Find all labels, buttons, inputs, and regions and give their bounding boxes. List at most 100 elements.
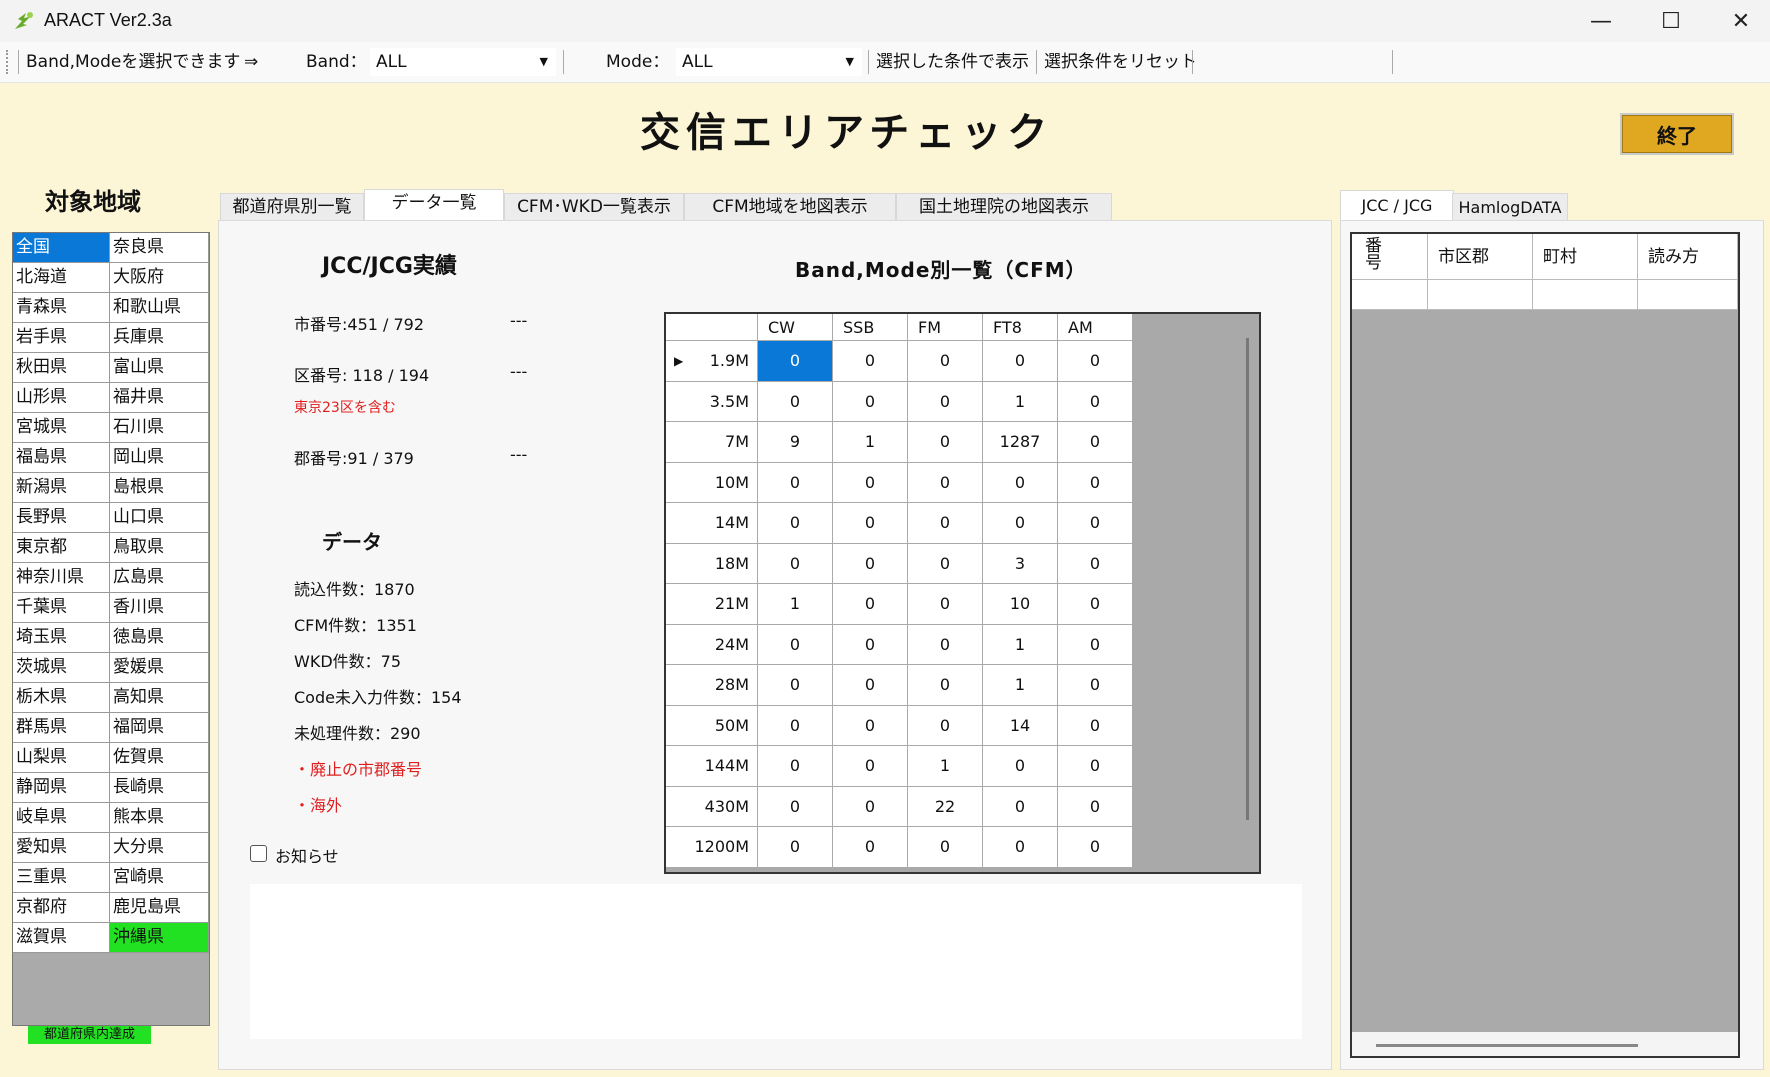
table-cell[interactable]: 0	[908, 503, 983, 544]
band-select[interactable]: ALL ▼	[370, 48, 556, 76]
table-cell[interactable]: 0	[833, 584, 908, 625]
table-cell[interactable]: 0	[908, 462, 983, 503]
jcc-table[interactable]: 番号 市区郡 町村 読み方	[1350, 232, 1740, 1058]
region-pref-right[interactable]: 福井県	[110, 383, 209, 413]
region-pref-left[interactable]: 山形県	[13, 383, 110, 413]
table-cell[interactable]	[1638, 280, 1738, 310]
table-cell[interactable]: 0	[758, 462, 833, 503]
region-pref-left[interactable]: 栃木県	[13, 683, 110, 713]
table-cell[interactable]: 0	[758, 624, 833, 665]
table-cell[interactable]	[1352, 280, 1428, 310]
table-cell[interactable]: 0	[758, 665, 833, 706]
column-header-cw[interactable]: CW	[758, 314, 833, 341]
row-header-band[interactable]: 50M	[666, 705, 758, 746]
row-header-band[interactable]: 21M	[666, 584, 758, 625]
table-cell[interactable]: 22	[908, 786, 983, 827]
table-cell[interactable]: 0	[833, 624, 908, 665]
region-pref-right[interactable]: 熊本県	[110, 803, 209, 833]
table-cell[interactable]: 1	[983, 381, 1058, 422]
region-pref-right[interactable]: 和歌山県	[110, 293, 209, 323]
region-pref-right[interactable]: 兵庫県	[110, 323, 209, 353]
row-header-band[interactable]: 144M	[666, 746, 758, 787]
table-cell[interactable]: 0	[833, 543, 908, 584]
region-pref-left[interactable]: 新潟県	[13, 473, 110, 503]
region-pref-right[interactable]: 岡山県	[110, 443, 209, 473]
table-cell[interactable]: 0	[1058, 341, 1133, 382]
tab-data-list[interactable]: データ一覧	[364, 189, 504, 222]
row-header-band[interactable]: 18M	[666, 543, 758, 584]
mode-select[interactable]: ALL ▼	[676, 48, 862, 76]
table-cell[interactable]: 0	[1058, 584, 1133, 625]
table-cell[interactable]: 0	[908, 827, 983, 868]
table-cell[interactable]: 0	[758, 503, 833, 544]
table-cell[interactable]: 0	[983, 746, 1058, 787]
region-pref-left[interactable]: 滋賀県	[13, 923, 110, 953]
horizontal-scrollbar-thumb[interactable]	[1376, 1044, 1638, 1047]
table-scrollbar[interactable]	[1246, 338, 1249, 820]
row-header-band[interactable]: 430M	[666, 786, 758, 827]
table-cell[interactable]: 0	[908, 624, 983, 665]
table-cell[interactable]: 0	[833, 665, 908, 706]
table-cell[interactable]: 0	[758, 543, 833, 584]
band-mode-table[interactable]: CW SSB FM FT8 AM 1.9M ▶ 0 0 0 0 0 3.5M 0 0 0 1 0 7M 9 1 0 1287…	[664, 312, 1261, 874]
table-cell[interactable]: 0	[1058, 503, 1133, 544]
region-pref-right[interactable]: 山口県	[110, 503, 209, 533]
region-pref-left[interactable]: 神奈川県	[13, 563, 110, 593]
row-header-band[interactable]: 1.9M ▶	[666, 341, 758, 382]
table-cell[interactable]: 0	[1058, 422, 1133, 463]
table-cell[interactable]: 0	[833, 786, 908, 827]
row-header-band[interactable]: 24M	[666, 624, 758, 665]
table-cell[interactable]: 0	[908, 584, 983, 625]
table-cell[interactable]: 10	[983, 584, 1058, 625]
table-cell[interactable]: 0	[908, 422, 983, 463]
table-cell[interactable]: 0	[1058, 786, 1133, 827]
region-pref-right[interactable]: 鹿児島県	[110, 893, 209, 923]
region-pref-right[interactable]: 沖縄県	[110, 923, 209, 953]
region-pref-right[interactable]: 大阪府	[110, 263, 209, 293]
table-cell[interactable]: 1	[983, 624, 1058, 665]
region-pref-left[interactable]: 岐阜県	[13, 803, 110, 833]
table-cell[interactable]: 0	[1058, 665, 1133, 706]
region-pref-right[interactable]: 佐賀県	[110, 743, 209, 773]
region-pref-right[interactable]: 鳥取県	[110, 533, 209, 563]
region-pref-left[interactable]: 岩手県	[13, 323, 110, 353]
table-cell[interactable]: 0	[908, 381, 983, 422]
table-cell[interactable]: 0	[758, 827, 833, 868]
region-pref-left[interactable]: 群馬県	[13, 713, 110, 743]
table-cell[interactable]: 0	[908, 341, 983, 382]
table-cell[interactable]: 3	[983, 543, 1058, 584]
table-cell[interactable]: 0	[758, 786, 833, 827]
region-pref-right[interactable]: 石川県	[110, 413, 209, 443]
table-cell[interactable]: 0	[758, 746, 833, 787]
row-header-band[interactable]: 1200M	[666, 827, 758, 868]
region-pref-right[interactable]: 奈良県	[110, 233, 209, 263]
table-cell[interactable]: 0	[1058, 827, 1133, 868]
show-filter-button[interactable]: 選択した条件で表示	[876, 42, 1029, 82]
table-cell[interactable]: 0	[983, 503, 1058, 544]
region-pref-left[interactable]: 茨城県	[13, 653, 110, 683]
table-cell[interactable]: 0	[983, 786, 1058, 827]
maximize-button[interactable]: ☐	[1636, 0, 1706, 42]
tab-cfm-map[interactable]: CFM地域を地図表示	[684, 193, 896, 220]
region-pref-left[interactable]: 長野県	[13, 503, 110, 533]
region-pref-left[interactable]: 三重県	[13, 863, 110, 893]
region-pref-left[interactable]: 宮城県	[13, 413, 110, 443]
region-pref-right[interactable]: 徳島県	[110, 623, 209, 653]
table-cell[interactable]: 0	[1058, 705, 1133, 746]
table-cell[interactable]: 0	[758, 341, 833, 382]
region-pref-left[interactable]: 秋田県	[13, 353, 110, 383]
table-cell[interactable]: 0	[908, 705, 983, 746]
tab-cfm-wkd[interactable]: CFM･WKD一覧表示	[504, 193, 684, 220]
table-cell[interactable]: 1287	[983, 422, 1058, 463]
row-header-band[interactable]: 10M	[666, 462, 758, 503]
row-header-band[interactable]: 3.5M	[666, 381, 758, 422]
table-cell[interactable]: 0	[1058, 381, 1133, 422]
table-corner[interactable]	[666, 314, 758, 341]
column-header-am[interactable]: AM	[1058, 314, 1133, 341]
table-cell[interactable]: 0	[1058, 624, 1133, 665]
table-cell[interactable]: 1	[833, 422, 908, 463]
column-header-reading[interactable]: 読み方	[1638, 234, 1738, 280]
region-pref-left[interactable]: 埼玉県	[13, 623, 110, 653]
tab-gsi-map[interactable]: 国土地理院の地図表示	[896, 193, 1112, 220]
region-pref-right[interactable]: 長崎県	[110, 773, 209, 803]
